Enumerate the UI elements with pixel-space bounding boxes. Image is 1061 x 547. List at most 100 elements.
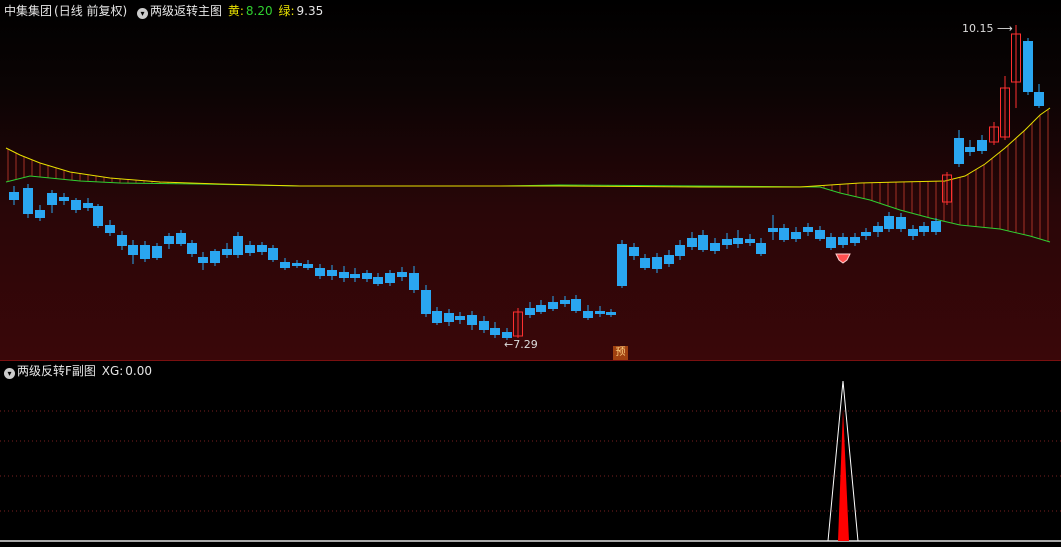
chevron-down-icon[interactable]: ▾	[137, 8, 149, 19]
candle-body	[245, 245, 255, 253]
candle	[965, 140, 975, 156]
sub-indicator-chart	[0, 380, 1061, 542]
green-value: 9.35	[296, 4, 324, 18]
candle	[768, 215, 778, 240]
candle	[490, 322, 500, 338]
candle-body	[896, 217, 906, 229]
candle	[815, 226, 825, 241]
candle-body	[210, 251, 220, 263]
candle-body	[652, 257, 662, 269]
candle-body	[536, 305, 546, 312]
candle-body	[117, 235, 127, 246]
xg-value: 0.00	[125, 364, 153, 378]
candle-body	[432, 311, 442, 323]
candle-body	[350, 274, 360, 278]
candle-body	[421, 290, 431, 314]
candle	[826, 233, 836, 250]
candle-body	[687, 238, 697, 247]
candle-body	[954, 138, 964, 164]
candle-body	[861, 232, 871, 236]
forecast-badge[interactable]: 预	[613, 346, 628, 360]
candle	[187, 240, 197, 257]
sub-indicator-name[interactable]: 两级反转F副图	[17, 364, 96, 378]
candle	[339, 266, 349, 282]
yellow-line	[5, 107, 1051, 188]
candle-body	[397, 272, 407, 277]
chevron-down-icon[interactable]: ▾	[4, 368, 15, 379]
candle-body	[525, 308, 535, 315]
candle	[467, 311, 477, 330]
candle	[629, 243, 639, 260]
candle	[513, 308, 523, 338]
candle	[292, 260, 302, 268]
candle	[140, 241, 150, 262]
candle	[198, 252, 208, 270]
candle-body	[629, 247, 639, 256]
candlestick-chart[interactable]	[0, 0, 1061, 360]
candle	[164, 233, 174, 249]
candle	[421, 285, 431, 317]
candle-body	[931, 221, 941, 232]
candle	[733, 230, 743, 248]
candle-body	[152, 246, 162, 258]
candle	[350, 268, 360, 282]
candle-body	[47, 193, 57, 205]
candle-body	[176, 233, 186, 244]
candle	[838, 233, 848, 248]
candle-body	[362, 273, 372, 279]
candle	[977, 135, 987, 154]
candle	[176, 230, 186, 246]
candle-body	[664, 255, 674, 264]
candle	[432, 307, 442, 325]
candle-body	[965, 147, 975, 152]
candle	[1000, 76, 1010, 140]
candle-body	[71, 200, 81, 210]
main-chart-panel[interactable]: 中集集团 (日线 前复权) ▾ 两级返转主图 黄: 8.20 绿: 9.35 10.15…	[0, 0, 1061, 360]
candle-body	[791, 232, 801, 239]
period-label: (日线 前复权)	[54, 4, 128, 18]
candle-body	[339, 272, 349, 278]
candle	[152, 243, 162, 260]
candle	[745, 234, 755, 246]
candle	[397, 267, 407, 281]
candle	[640, 254, 650, 270]
signal-marker-icon	[835, 253, 851, 264]
candle-body	[884, 216, 894, 229]
candle-body	[140, 245, 150, 259]
candle-body	[23, 188, 33, 214]
arrow-right-icon: ⟶	[997, 22, 1013, 35]
candle	[722, 233, 732, 249]
candle	[560, 296, 570, 307]
candle-body	[198, 257, 208, 263]
arrow-left-icon: ←	[504, 338, 514, 351]
candle	[1034, 84, 1044, 108]
candle	[595, 306, 605, 317]
candle	[1023, 38, 1033, 95]
candle	[664, 250, 674, 267]
candle	[908, 225, 918, 240]
candle-body	[233, 236, 243, 255]
xg-label: XG:	[101, 364, 124, 378]
candle	[409, 266, 419, 293]
indicator-name[interactable]: 两级返转主图	[150, 4, 222, 18]
candle	[117, 231, 127, 250]
candle	[652, 253, 662, 273]
candle-body	[1023, 41, 1033, 92]
main-header: 中集集团 (日线 前复权) ▾ 两级返转主图 黄: 8.20 绿: 9.35	[4, 3, 325, 19]
candle-body	[83, 203, 93, 208]
sub-chart-panel[interactable]: ▾ 两级反转F副图 XG: 0.00	[0, 361, 1061, 547]
stock-name: 中集集团	[4, 4, 53, 18]
candle	[698, 230, 708, 252]
candle-body	[385, 273, 395, 283]
candle-body	[222, 249, 232, 255]
candle-body	[617, 244, 627, 286]
candle-body	[303, 264, 313, 268]
candle-body	[490, 328, 500, 335]
sub-header: ▾ 两级反转F副图 XG: 0.00	[4, 363, 154, 379]
candle	[35, 205, 45, 221]
candle-body	[977, 140, 987, 151]
candle-body	[373, 277, 383, 284]
candle-body	[548, 302, 558, 309]
yellow-value: 8.20	[245, 4, 273, 18]
candle-body	[583, 311, 593, 318]
